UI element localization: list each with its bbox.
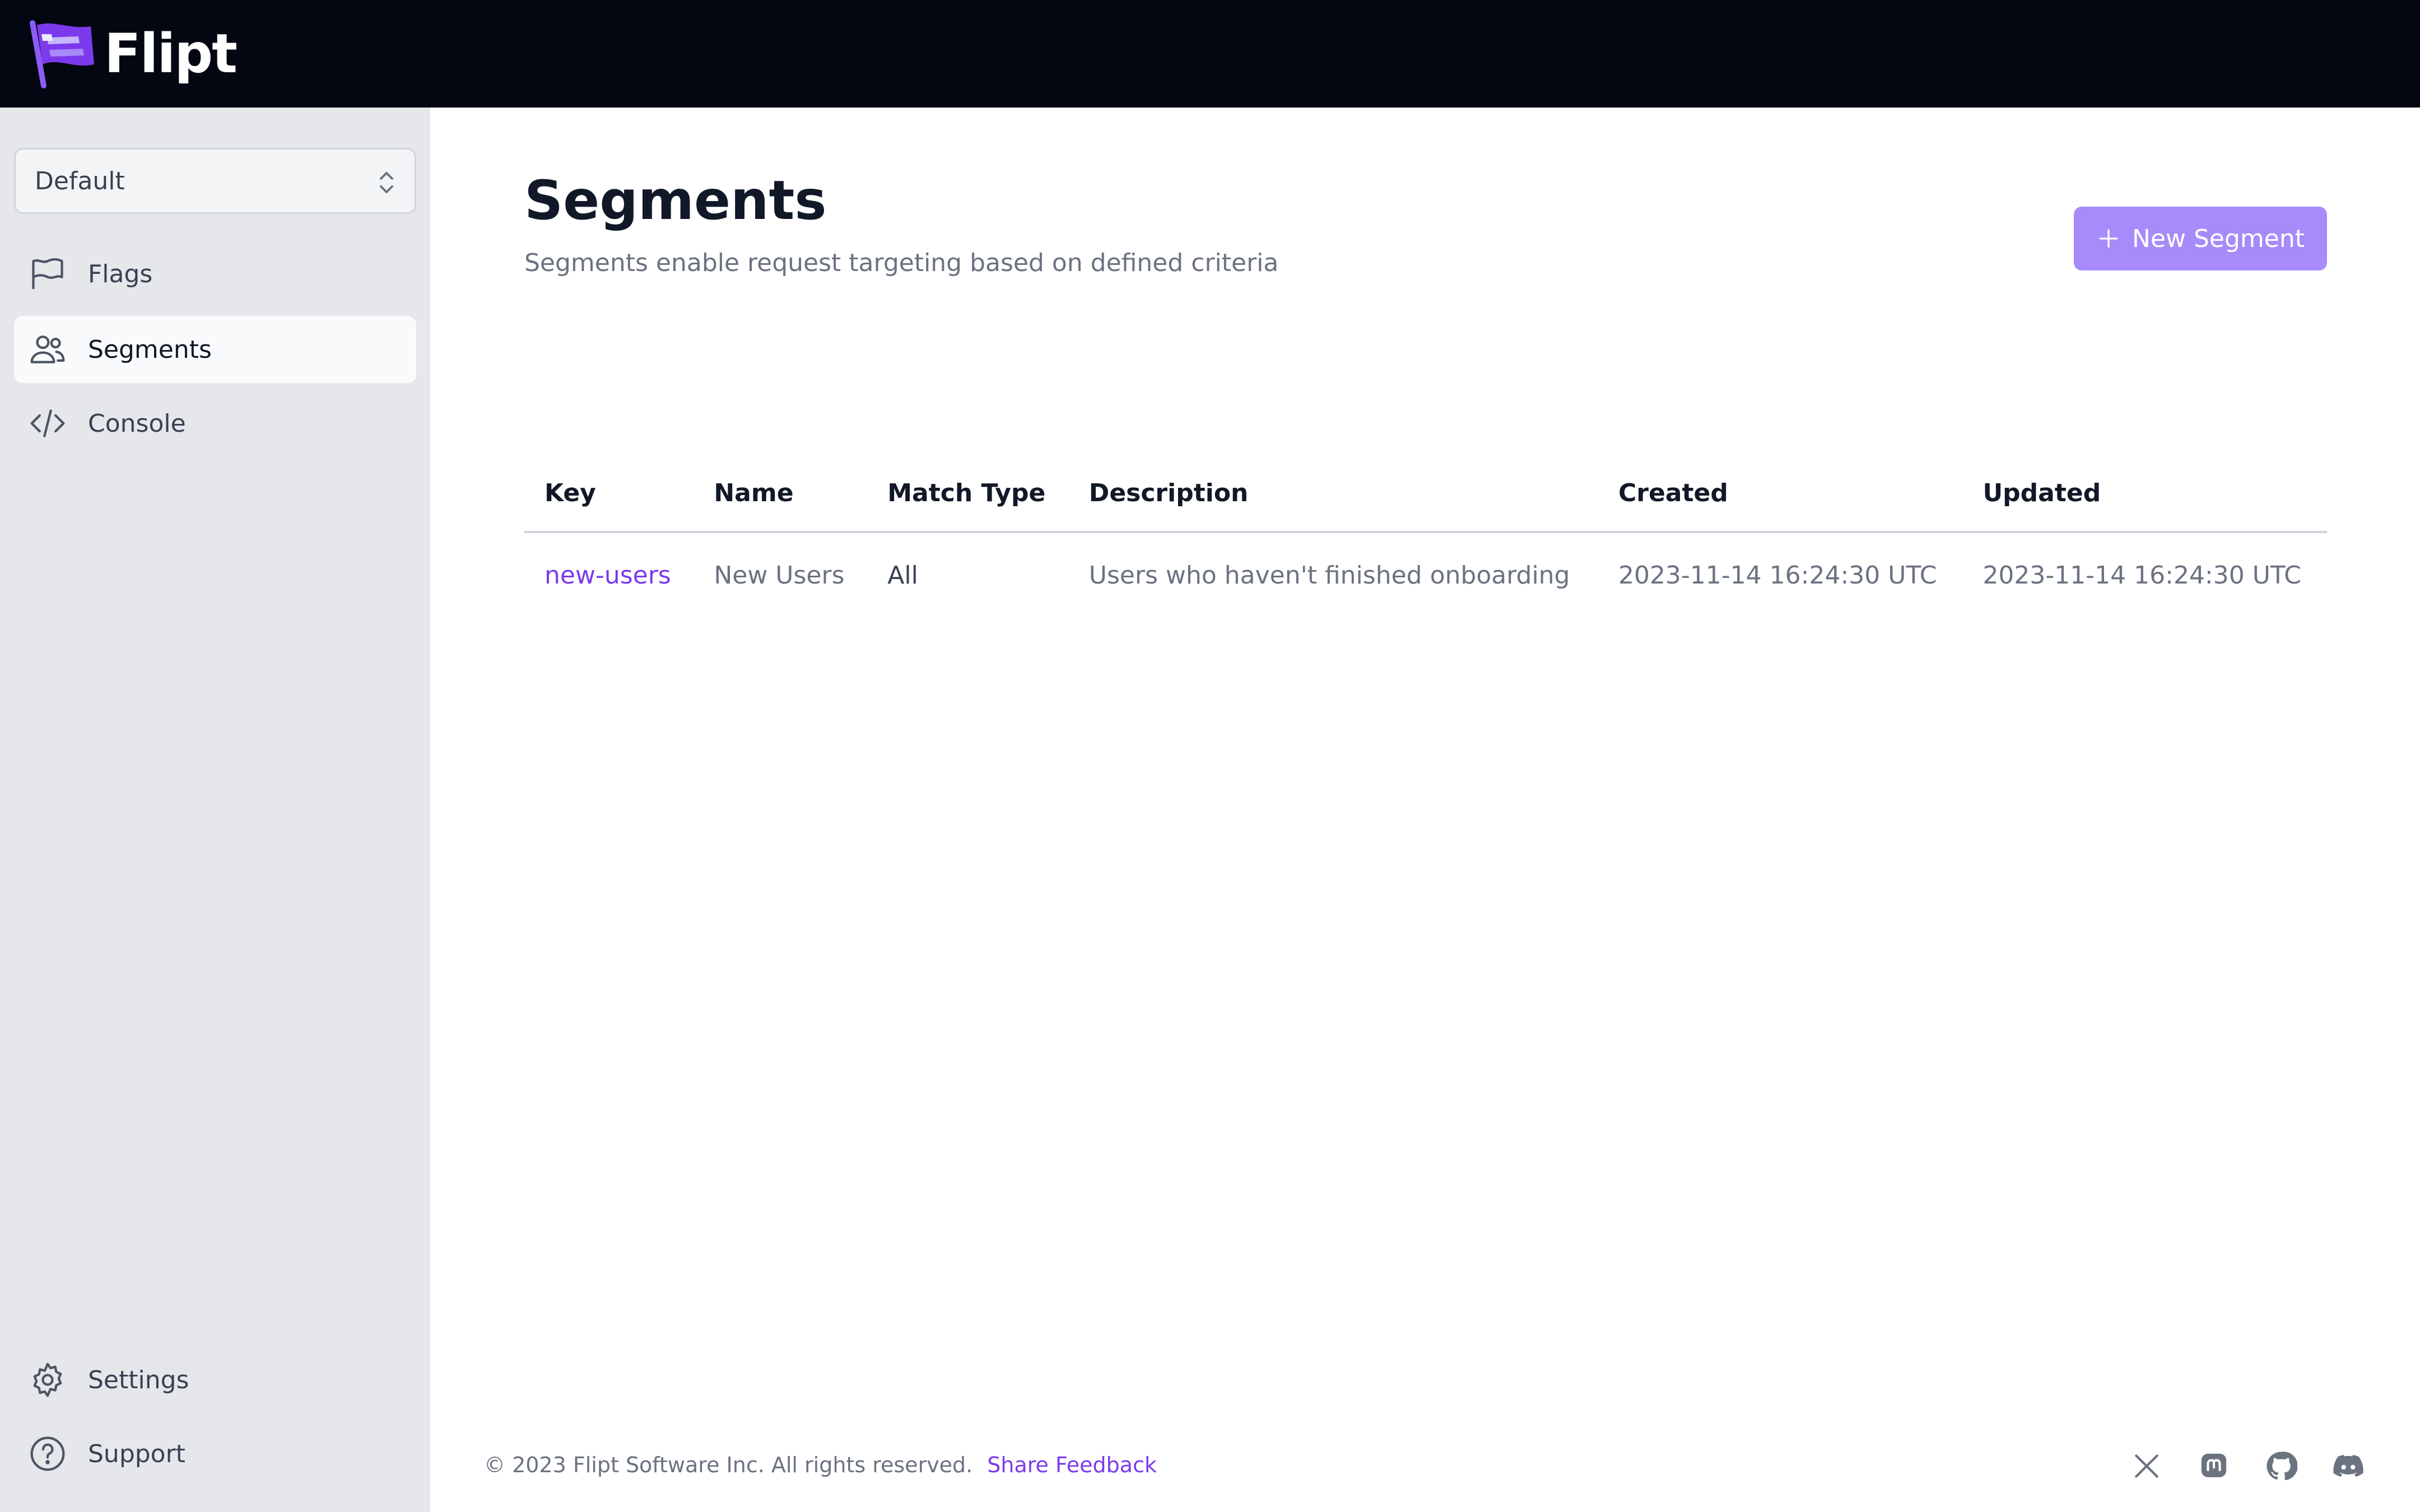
namespace-select[interactable]: Default (14, 148, 416, 214)
users-icon (27, 329, 68, 370)
chevron-up-down-icon (380, 172, 393, 193)
sidebar-item-label: Support (88, 1439, 185, 1468)
sidebar-item-label: Segments (88, 335, 212, 364)
sidebar-item-label: Console (88, 409, 186, 438)
top-bar: Flipt (0, 0, 2420, 108)
sidebar-item-flags[interactable]: Flags (14, 240, 416, 307)
segment-created: 2023-11-14 16:24:30 UTC (1618, 561, 1937, 590)
segment-key-link[interactable]: new-users (524, 532, 694, 617)
sidebar-item-settings[interactable]: Settings (14, 1346, 416, 1413)
copyright-text: © 2023 Flipt Software Inc. All rights re… (484, 1453, 973, 1477)
new-segment-button[interactable]: New Segment (2074, 207, 2327, 270)
sidebar-item-console[interactable]: Console (14, 390, 416, 457)
discord-icon[interactable] (2330, 1448, 2366, 1484)
column-header-created[interactable]: Created (1598, 455, 1963, 533)
sidebar-item-support[interactable]: Support (14, 1420, 416, 1487)
code-icon (27, 403, 68, 444)
share-feedback-link[interactable]: Share Feedback (987, 1453, 1157, 1477)
question-circle-icon (27, 1434, 68, 1474)
column-header-description[interactable]: Description (1068, 455, 1598, 533)
table-header-row: Key Name Match Type Description Created … (524, 455, 2327, 533)
segment-description: Users who haven't finished onboarding (1088, 561, 1570, 590)
flipt-logo[interactable]: Flipt (25, 17, 238, 90)
sidebar-item-label: Settings (88, 1365, 189, 1394)
page-title: Segments (524, 169, 827, 232)
flipt-flag-icon (30, 20, 94, 88)
sidebar-item-label: Flags (88, 259, 153, 288)
app-name: Flipt (104, 22, 238, 85)
segment-match-type: All (887, 561, 918, 590)
segments-table: Key Name Match Type Description Created … (524, 455, 2327, 617)
mastodon-icon[interactable] (2196, 1448, 2232, 1484)
namespace-value: Default (35, 166, 125, 195)
gear-icon (27, 1360, 68, 1400)
page-subtitle: Segments enable request targeting based … (524, 249, 1279, 277)
footer: © 2023 Flipt Software Inc. All rights re… (484, 1453, 1157, 1477)
column-header-name[interactable]: Name (694, 455, 868, 533)
table-row: new-users New Users All Users who haven'… (524, 532, 2327, 617)
plus-icon (2099, 229, 2118, 248)
new-segment-label: New Segment (2132, 224, 2305, 253)
main-content: Segments Segments enable request targeti… (430, 108, 2420, 1512)
x-icon[interactable] (2129, 1448, 2165, 1484)
column-header-match-type[interactable]: Match Type (867, 455, 1069, 533)
segment-name: New Users (714, 561, 845, 590)
github-icon[interactable] (2263, 1448, 2299, 1484)
flag-icon (27, 254, 68, 294)
column-header-key[interactable]: Key (524, 455, 694, 533)
segment-updated: 2023-11-14 16:24:30 UTC (1982, 561, 2301, 590)
sidebar-item-segments[interactable]: Segments (14, 316, 416, 383)
sidebar: Default Flags Segments Console Settings … (0, 108, 430, 1512)
column-header-updated[interactable]: Updated (1962, 455, 2327, 533)
